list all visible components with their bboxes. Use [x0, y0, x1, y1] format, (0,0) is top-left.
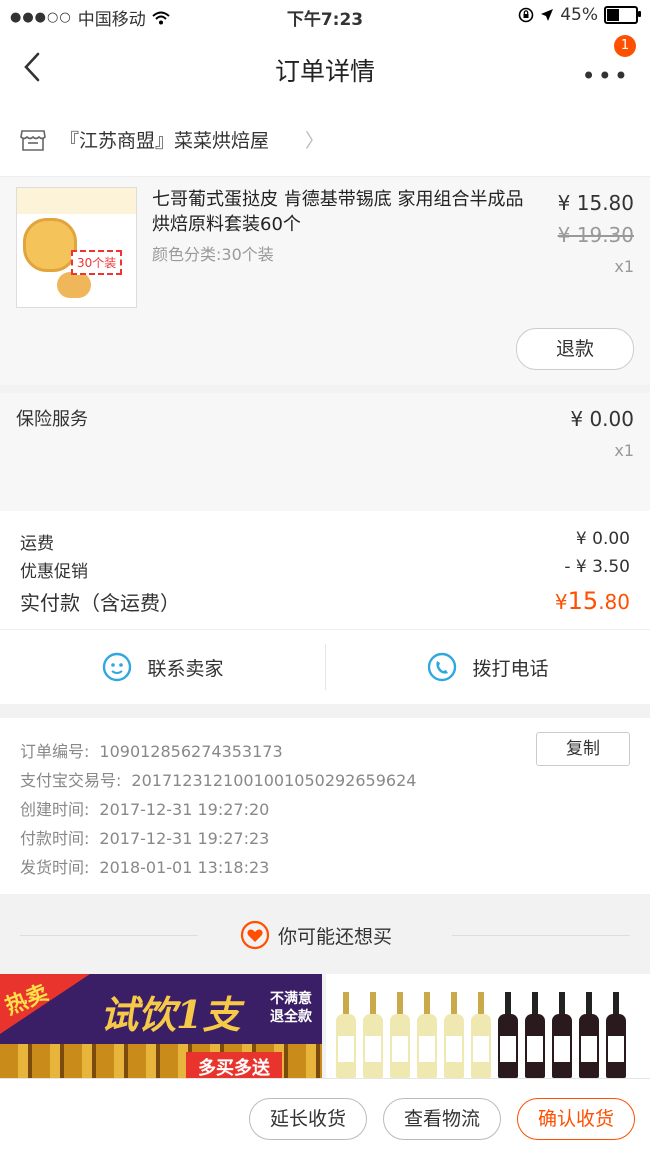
total-label: 实付款（含运费）: [20, 591, 180, 615]
view-logistics-button[interactable]: 查看物流: [383, 1098, 501, 1140]
more-icon[interactable]: •••: [582, 62, 630, 90]
confirm-receipt-button[interactable]: 确认收货: [517, 1098, 635, 1140]
discount-label: 优惠促销: [20, 562, 88, 582]
product-original-price: ¥ 19.30: [557, 223, 634, 247]
extend-receipt-button[interactable]: 延长收货: [249, 1098, 367, 1140]
insurance-row: 保险服务 ¥ 0.00 x1: [0, 393, 650, 511]
product-spec: 颜色分类:30个装: [152, 245, 274, 264]
order-item[interactable]: 30个装 七哥葡式蛋挞皮 肯德基带锡底 家用组合半成品烘焙原料套装60个 颜色分…: [0, 177, 650, 385]
discount-row: 优惠促销 - ¥ 3.50: [20, 557, 630, 582]
promo-banner-drink[interactable]: 热卖 试饮1支 不满意 退全款 多买多送: [0, 974, 322, 1078]
chevron-right-icon: 〉: [305, 130, 325, 152]
order-number: 订单编号: 109012856274353173: [20, 742, 283, 761]
total-value: ¥15.80: [554, 587, 630, 615]
fee-summary: 运费 ¥ 0.00 优惠促销 - ¥ 3.50 实付款（含运费） ¥15.80: [0, 511, 650, 630]
banner-promo: 多买多送: [186, 1052, 282, 1078]
shipping-value: ¥ 0.00: [575, 529, 630, 549]
page-title: 订单详情: [274, 57, 375, 86]
battery-percent: 45%: [560, 5, 598, 25]
order-info: 订单编号: 109012856274353173 复制 支付宝交易号: 201712…: [0, 718, 650, 894]
phone-icon: [428, 652, 457, 682]
created-time: 创建时间: 2017-12-31 19:27:20: [20, 800, 270, 819]
contact-seller-label: 联系卖家: [147, 657, 224, 680]
banner-title: 试饮1支: [100, 992, 241, 1037]
shop-name: 『江苏商盟』菜菜烘焙屋: [60, 130, 270, 152]
contact-bar: 联系卖家 拨打电话: [0, 630, 650, 704]
refund-button[interactable]: 退款: [516, 328, 634, 370]
insurance-price: ¥ 0.00: [570, 407, 634, 431]
paid-time: 付款时间: 2017-12-31 19:27:23: [20, 829, 270, 848]
total-row: 实付款（含运费） ¥15.80: [20, 587, 630, 616]
notification-badge: 1: [614, 35, 636, 57]
product-price: ¥ 15.80: [557, 191, 634, 215]
recommend-header: 你可能还想买: [0, 894, 650, 976]
shipping-label: 运费: [20, 534, 54, 554]
insurance-label: 保险服务: [16, 409, 88, 430]
contact-seller-button[interactable]: 联系卖家: [0, 630, 325, 704]
product-image-tag: 30个装: [71, 250, 123, 275]
bottom-action-bar: 延长收货 查看物流 确认收货: [0, 1078, 650, 1156]
shop-icon: [20, 130, 46, 151]
discount-value: - ¥ 3.50: [564, 557, 630, 577]
shop-row[interactable]: 『江苏商盟』菜菜烘焙屋 〉: [0, 104, 650, 177]
location-icon: [541, 9, 554, 21]
product-title: 七哥葡式蛋挞皮 肯德基带锡底 家用组合半成品烘焙原料套装60个: [152, 189, 524, 235]
copy-button[interactable]: 复制: [536, 732, 630, 766]
promo-banner-wine[interactable]: [326, 974, 650, 1078]
recommend-title: 你可能还想买: [278, 925, 393, 948]
recommend-banners: 热卖 试饮1支 不满意 退全款 多买多送: [0, 974, 650, 1078]
nav-bar: 订单详情 ••• 1: [0, 32, 650, 104]
battery-icon: [604, 6, 641, 24]
alipay-number: 支付宝交易号: 2017123121001001050292659624: [20, 771, 417, 790]
rotation-lock-icon: [518, 7, 534, 23]
product-quantity: x1: [614, 257, 634, 276]
status-bar: ●●●○○ 中国移动 下午7:23 45%: [0, 0, 650, 32]
call-phone-button[interactable]: 拨打电话: [325, 630, 650, 704]
shipping-row: 运费 ¥ 0.00: [20, 529, 630, 554]
call-phone-label: 拨打电话: [472, 657, 549, 680]
chat-icon: [103, 652, 132, 682]
insurance-quantity: x1: [614, 441, 634, 460]
heart-icon: [240, 920, 270, 950]
product-image[interactable]: 30个装: [16, 187, 137, 308]
shipped-time: 发货时间: 2018-01-01 13:18:23: [20, 858, 270, 877]
